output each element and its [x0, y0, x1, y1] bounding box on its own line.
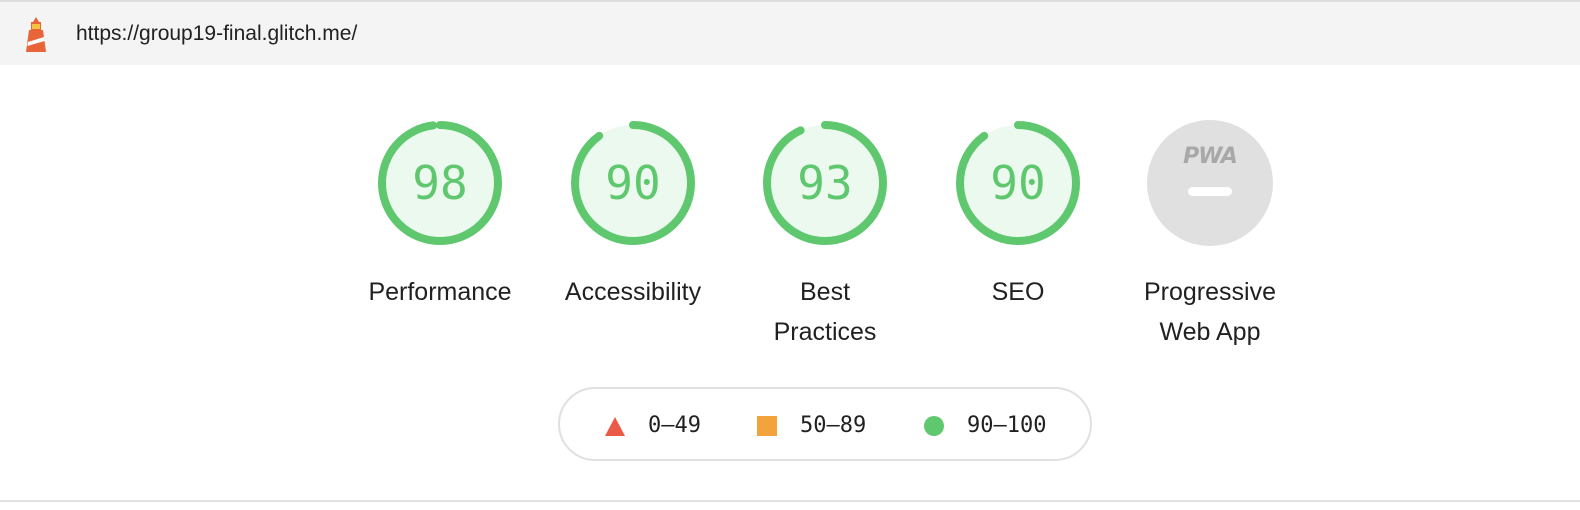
gauge-label: Progressive Web App [1144, 278, 1276, 346]
gauge-best-practices[interactable]: 93 Best Practices [735, 118, 915, 352]
legend-range: 50–89 [800, 413, 867, 438]
performance-score-ring: 98 [378, 121, 502, 245]
gauge-performance[interactable]: 98 Performance [350, 118, 530, 312]
best-practices-score-ring: 93 [763, 121, 887, 245]
score-value: 98 [412, 156, 467, 210]
gauge-seo[interactable]: 90 SEO [928, 118, 1108, 312]
pwa-badge-background [1147, 120, 1273, 246]
gauge-accessibility[interactable]: 90 Accessibility [543, 118, 723, 312]
pwa-badge-text: PWA [1183, 144, 1237, 169]
triangle-icon [605, 417, 625, 436]
gauge-label: Performance [368, 278, 512, 306]
gauge-label: Best Practices [773, 278, 877, 346]
accessibility-score-ring: 90 [571, 121, 695, 245]
gauge-pwa[interactable]: PWA Progressive Web App [1120, 118, 1300, 352]
divider [0, 500, 1580, 502]
seo-score-ring: 90 [956, 121, 1080, 245]
legend-range: 90–100 [967, 413, 1047, 438]
score-value: 90 [990, 156, 1045, 210]
score-value: 93 [797, 156, 852, 210]
pwa-icon: PWA [1147, 120, 1273, 246]
pwa-dash [1188, 187, 1232, 196]
legend-range: 0–49 [648, 413, 701, 438]
category-gauges: 98 Performance 90 Accessibility 93 Best … [0, 0, 1580, 400]
square-icon [757, 416, 777, 436]
score-scale-legend: 0–49 50–89 90–100 [558, 387, 1092, 461]
gauge-label: Accessibility [564, 278, 702, 306]
circle-icon [924, 416, 944, 436]
gauge-label: SEO [991, 278, 1045, 306]
score-value: 90 [605, 156, 660, 210]
